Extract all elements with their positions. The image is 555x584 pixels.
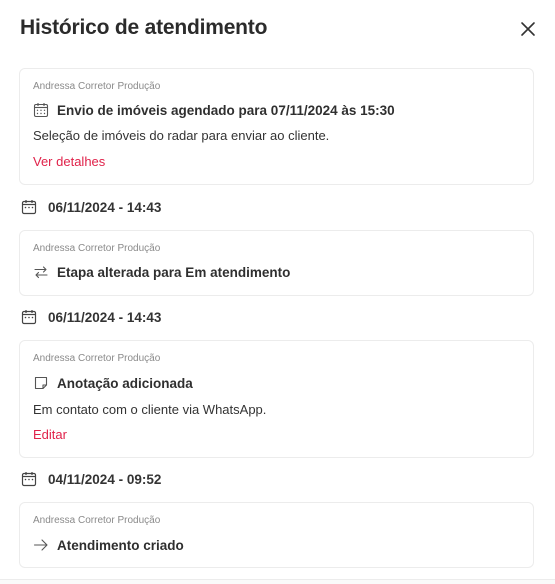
calendar-icon xyxy=(21,309,37,325)
card-title: Anotação adicionada xyxy=(57,375,193,391)
arrow-right-icon xyxy=(33,537,49,553)
card-title: Envio de imóveis agendado para 07/11/202… xyxy=(57,102,395,118)
card-title-row: Etapa alterada para Em atendimento xyxy=(33,264,290,280)
card-title-row: Atendimento criado xyxy=(33,537,184,553)
card-author: Andressa Corretor Produção xyxy=(33,243,161,254)
card-author: Andressa Corretor Produção xyxy=(33,353,161,364)
timeline-date: 06/11/2024 - 14:43 xyxy=(21,199,161,215)
edit-note-link[interactable]: Editar xyxy=(33,427,67,442)
timeline-card-scheduled-send: Andressa Corretor Produção Envio de imóv… xyxy=(19,68,534,185)
card-description: Em contato com o cliente via WhatsApp. xyxy=(33,402,267,417)
close-icon xyxy=(521,22,535,36)
panel-bottom-divider xyxy=(0,579,555,584)
panel-header: Histórico de atendimento xyxy=(0,0,555,58)
timeline-card-created: Andressa Corretor Produção Atendimento c… xyxy=(19,502,534,568)
timeline-date: 06/11/2024 - 14:43 xyxy=(21,309,161,325)
card-title: Etapa alterada para Em atendimento xyxy=(57,264,291,280)
view-details-link[interactable]: Ver detalhes xyxy=(33,154,105,169)
history-panel: Histórico de atendimento Andressa Corret… xyxy=(0,0,555,584)
timeline-card-note-added: Andressa Corretor Produção Anotação adic… xyxy=(19,340,534,458)
calendar-icon xyxy=(21,199,37,215)
card-title: Atendimento criado xyxy=(57,537,184,553)
timeline-date-text: 04/11/2024 - 09:52 xyxy=(48,471,162,487)
timeline-date-text: 06/11/2024 - 14:43 xyxy=(48,309,162,325)
timeline-date: 04/11/2024 - 09:52 xyxy=(21,471,161,487)
calendar-icon xyxy=(33,102,49,118)
timeline-date-text: 06/11/2024 - 14:43 xyxy=(48,199,162,215)
close-button[interactable] xyxy=(519,20,537,38)
timeline-card-stage-changed: Andressa Corretor Produção Etapa alterad… xyxy=(19,230,534,296)
card-title-row: Anotação adicionada xyxy=(33,375,193,391)
card-author: Andressa Corretor Produção xyxy=(33,81,161,92)
calendar-icon xyxy=(21,471,37,487)
panel-title: Histórico de atendimento xyxy=(20,16,268,39)
card-description: Seleção de imóveis do radar para enviar … xyxy=(33,128,330,143)
card-author: Andressa Corretor Produção xyxy=(33,515,161,526)
swap-arrows-icon xyxy=(33,264,49,280)
note-icon xyxy=(33,375,49,391)
card-title-row: Envio de imóveis agendado para 07/11/202… xyxy=(33,102,395,118)
